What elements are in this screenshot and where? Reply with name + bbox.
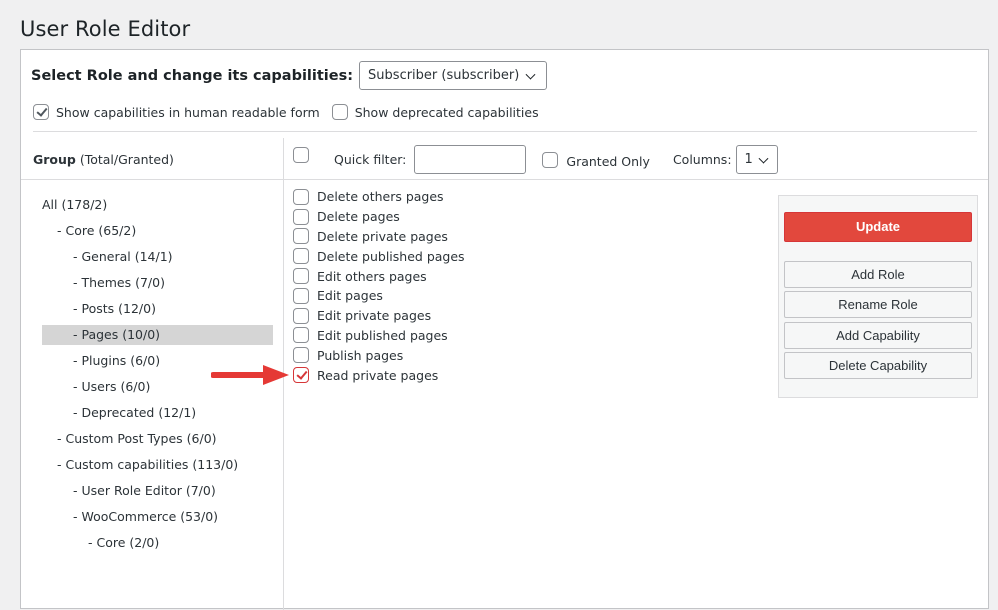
capability-checkbox[interactable] [293, 188, 309, 205]
group-item[interactable]: - Posts (12/0) [42, 296, 273, 322]
role-select-row: Select Role and change its capabilities:… [31, 61, 548, 90]
capability-label: Edit pages [317, 288, 383, 304]
page-title: User Role Editor [20, 17, 191, 41]
group-item-active[interactable]: - Pages (10/0) [42, 325, 273, 345]
capability-checkbox[interactable] [293, 228, 309, 245]
capability-checkbox[interactable] [293, 287, 309, 304]
role-editor-panel: Select Role and change its capabilities:… [20, 49, 989, 610]
capability-item[interactable]: Delete private pages [293, 227, 465, 247]
rename-role-button[interactable]: Rename Role [784, 291, 972, 318]
group-header-title: Group [33, 152, 76, 167]
columns-value: 1 [744, 152, 753, 167]
capability-item[interactable]: Edit private pages [293, 306, 465, 326]
capability-item[interactable]: Delete pages [293, 207, 465, 227]
human-readable-label: Show capabilities in human readable form [56, 104, 320, 120]
capability-label: Delete private pages [317, 228, 448, 244]
group-item[interactable]: - Custom capabilities (113/0) [42, 452, 273, 478]
quick-filter-input[interactable] [414, 145, 527, 174]
select-all-checkbox[interactable] [293, 146, 309, 163]
group-item[interactable]: All (178/2) [42, 192, 273, 218]
group-item[interactable]: - Core (65/2) [42, 218, 273, 244]
deprecated-checkbox[interactable] [331, 104, 348, 120]
capability-label: Edit private pages [317, 308, 432, 324]
granted-only-checkbox[interactable] [542, 151, 559, 168]
chevron-down-icon [525, 69, 536, 80]
add-capability-button[interactable]: Add Capability [784, 322, 972, 349]
capability-label: Read private pages [317, 367, 439, 383]
capability-item[interactable]: Read private pages [293, 365, 465, 385]
capability-checkbox[interactable] [293, 248, 309, 265]
role-select-value: Subscriber (subscriber) [368, 68, 520, 83]
divider [21, 179, 988, 180]
capability-checkbox[interactable] [293, 327, 309, 344]
pointer-arrow-icon [211, 365, 289, 385]
role-select-label: Select Role and change its capabilities: [31, 67, 354, 84]
capability-label: Publish pages [317, 347, 404, 363]
capability-label: Edit others pages [317, 268, 427, 284]
group-item[interactable]: - Core (2/0) [42, 530, 273, 556]
capability-checkbox[interactable] [293, 208, 309, 225]
capability-label: Delete published pages [317, 248, 465, 264]
capability-label: Delete others pages [317, 189, 444, 205]
add-role-button[interactable]: Add Role [784, 261, 972, 288]
capability-checkbox-checked[interactable] [293, 367, 309, 384]
capability-list: Delete others pages Delete pages Delete … [293, 187, 465, 385]
group-item[interactable]: - User Role Editor (7/0) [42, 478, 273, 504]
capability-item[interactable]: Publish pages [293, 345, 465, 365]
chevron-down-icon [758, 153, 768, 164]
update-button[interactable]: Update [784, 212, 972, 242]
capability-item[interactable]: Edit pages [293, 286, 465, 306]
capability-item[interactable]: Delete others pages [293, 187, 465, 207]
group-item[interactable]: - WooCommerce (53/0) [42, 504, 273, 530]
capability-item[interactable]: Edit published pages [293, 326, 465, 346]
columns-label: Columns: [672, 152, 732, 167]
display-options: Show capabilities in human readable form… [33, 104, 539, 120]
group-item[interactable]: - Themes (7/0) [42, 270, 273, 296]
actions-panel: Update Add Role Rename Role Add Capabili… [778, 195, 978, 398]
divider [33, 131, 977, 132]
filter-bar: Quick filter: Granted Only Columns: 1 [293, 145, 778, 174]
capability-label: Edit published pages [317, 327, 448, 343]
columns-select[interactable]: 1 [735, 145, 778, 174]
human-readable-checkbox[interactable] [33, 104, 49, 120]
group-item[interactable]: - Deprecated (12/1) [42, 400, 273, 426]
granted-only-label: Granted Only [566, 154, 650, 169]
deprecated-label: Show deprecated capabilities [354, 104, 539, 120]
delete-capability-button[interactable]: Delete Capability [784, 352, 972, 379]
capability-item[interactable]: Delete published pages [293, 246, 465, 266]
capability-checkbox[interactable] [293, 347, 309, 364]
capability-label: Delete pages [317, 209, 400, 225]
group-item[interactable]: - Custom Post Types (6/0) [42, 426, 273, 452]
group-header-subtitle: (Total/Granted) [75, 152, 174, 167]
role-select[interactable]: Subscriber (subscriber) [359, 61, 548, 90]
capability-item[interactable]: Edit others pages [293, 266, 465, 286]
quick-filter-label: Quick filter: [334, 152, 407, 167]
group-item[interactable]: - General (14/1) [42, 244, 273, 270]
group-header: Group (Total/Granted) [33, 152, 174, 167]
capability-checkbox[interactable] [293, 268, 309, 285]
capability-checkbox[interactable] [293, 307, 309, 324]
